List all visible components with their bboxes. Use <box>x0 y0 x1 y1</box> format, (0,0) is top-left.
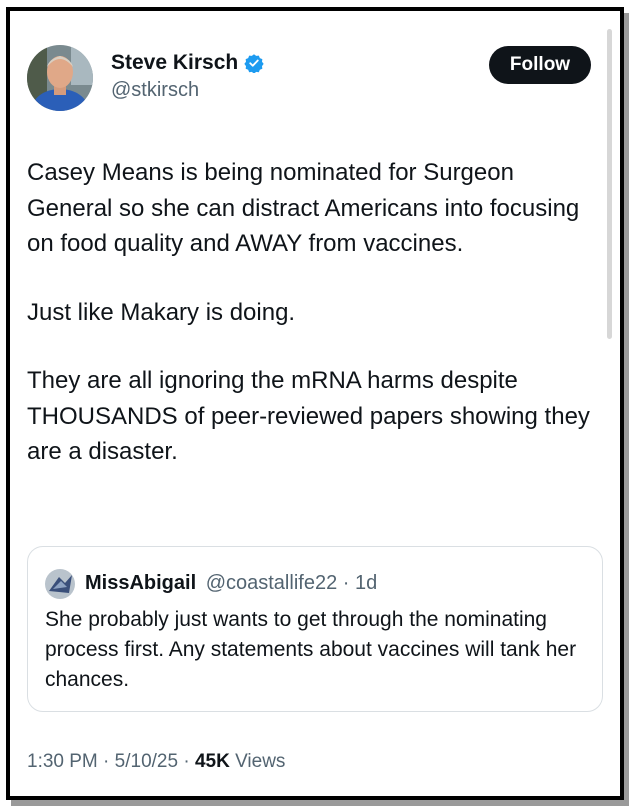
quote-timestamp[interactable]: 1d <box>355 572 377 594</box>
quote-header: MissAbigail @coastallife22 · 1d <box>85 572 377 595</box>
quoted-tweet[interactable]: MissAbigail @coastallife22 · 1d She prob… <box>27 546 603 712</box>
scrollbar[interactable] <box>607 29 612 339</box>
tweet-paragraph: They are all ignoring the mRNA harms des… <box>27 367 590 465</box>
quote-author-handle[interactable]: @coastallife22 <box>206 572 337 594</box>
tweet-date[interactable]: 5/10/25 <box>115 751 178 772</box>
author-avatar[interactable] <box>27 45 93 111</box>
author-handle[interactable]: @stkirsch <box>111 79 264 102</box>
author-name[interactable]: Steve Kirsch <box>111 51 238 75</box>
views-label: Views <box>235 751 286 772</box>
author-name-row: Steve Kirsch <box>111 51 264 75</box>
tweet-text: Casey Means is being nominated for Surge… <box>27 155 597 470</box>
quote-separator: · <box>342 572 350 594</box>
quote-avatar[interactable] <box>45 569 75 599</box>
follow-button[interactable]: Follow <box>489 46 591 84</box>
meta-separator: · <box>183 751 190 772</box>
tweet-paragraph: Casey Means is being nominated for Surge… <box>27 159 580 257</box>
verified-badge-icon[interactable] <box>244 53 264 73</box>
tweet-time[interactable]: 1:30 PM <box>27 751 98 772</box>
tweet-paragraph: Just like Makary is doing. <box>27 298 296 326</box>
tweet-meta: 1:30 PM · 5/10/25 · 45K Views <box>27 751 285 773</box>
tweet-card: Steve Kirsch @stkirsch Follow Casey Mean… <box>6 7 624 800</box>
quote-author-name[interactable]: MissAbigail <box>85 572 196 594</box>
meta-separator: · <box>103 751 110 772</box>
views-count[interactable]: 45K <box>195 751 230 772</box>
author-block: Steve Kirsch @stkirsch <box>111 51 264 102</box>
quote-text: She probably just wants to get through t… <box>45 608 577 691</box>
